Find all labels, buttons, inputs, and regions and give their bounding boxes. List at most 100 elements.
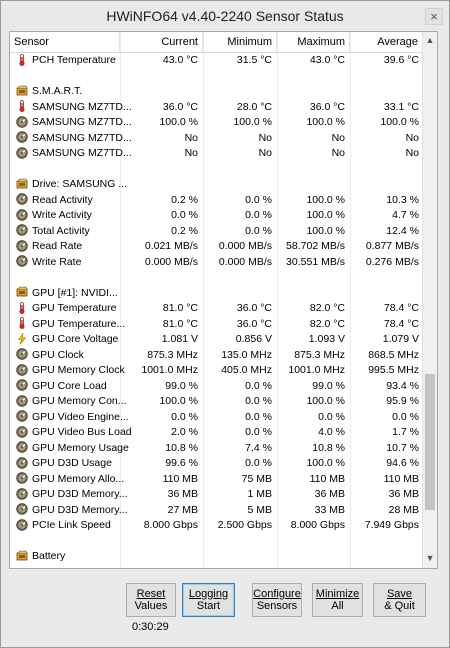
header-sensor[interactable]: Sensor [10,32,120,52]
sensor-name: Write Rate [10,255,120,271]
sensor-table: Sensor Current Minimum Maximum Average P… [9,31,438,569]
sensor-label: GPU Memory Usage [32,441,129,454]
current-value: No [184,131,198,144]
sensor-row[interactable]: GPU Core Load 99.0 % 0.0 % 99.0 % 93.4 % [10,379,422,395]
header-average[interactable]: Average [350,32,422,52]
minimum-value: 0.000 MB/s [218,255,272,268]
sensor-row[interactable]: Write Activity 0.0 % 0.0 % 100.0 % 4.7 % [10,208,422,224]
sensor-row[interactable]: Write Rate 0.000 MB/s 0.000 MB/s 30.551 MB/… [10,255,422,271]
save-label-line2: & Quit [384,600,415,612]
scroll-down-icon[interactable]: ▼ [423,550,437,566]
sensor-row[interactable]: Read Rate 0.021 MB/s 0.000 MB/s 58.702 MB/s… [10,239,422,255]
sensor-row[interactable]: GPU Temperature 81.0 °C 36.0 °C 82.0 °C 78.4… [10,301,422,317]
average-value: 78.4 °C [383,302,419,314]
maximum-value: 100.0 % [306,224,345,237]
current-value: 0.021 MB/s [144,240,198,252]
sensor-label: SAMSUNG MZ7TD... [32,100,132,113]
sensor-label: Read Rate [32,240,83,252]
average-value: 94.6 % [386,457,419,469]
chip-icon [16,286,32,299]
sensor-row[interactable]: GPU Video Bus Load 2.0 % 0.0 % 4.0 % 1.7 % [10,425,422,441]
logging-start-button[interactable]: Logging Start [182,583,235,617]
spacer-row [10,69,422,85]
vertical-scrollbar[interactable]: ▲ ▼ [422,32,437,568]
maximum-value: 99.0 % [312,379,345,392]
minimize-all-button[interactable]: Minimize All [312,583,363,617]
sensor-row[interactable]: GPU Temperature... 81.0 °C 36.0 °C 82.0 °C 7… [10,317,422,333]
header-maximum[interactable]: Maximum [277,32,350,52]
maximum-value: 33 MB [314,503,345,516]
minimum-value: 100.0 % [233,116,272,128]
sensor-row[interactable]: PCH Temperature 43.0 °C 31.5 °C 43.0 °C 39.6… [10,53,422,69]
sensor-row[interactable]: GPU Video Engine... 0.0 % 0.0 % 0.0 % 0.0 % [10,410,422,426]
sensor-row[interactable]: GPU Memory Con... 100.0 % 0.0 % 100.0 % 95.9… [10,394,422,410]
save-label-line1: Save [386,588,413,600]
sensor-name: GPU Core Voltage [10,332,120,348]
average-value: 100.0 % [380,116,419,128]
sensor-label: Write Rate [32,255,82,268]
average-value: 7.949 Gbps [364,519,419,531]
configure-sensors-button[interactable]: Configure Sensors [252,583,302,617]
elapsed-timer: 0:30:29 [132,621,169,633]
gauge-icon [16,441,32,454]
group-row[interactable]: Battery [10,549,422,565]
sensor-row[interactable]: GPU D3D Memory... 27 MB 5 MB 33 MB 28 MB [10,503,422,519]
minimum-value: No [258,131,272,144]
sensor-row[interactable]: Read Activity 0.2 % 0.0 % 100.0 % 10.3 % [10,193,422,209]
gauge-icon [16,239,32,253]
gauge-icon [16,425,32,439]
header-minimum[interactable]: Minimum [203,32,277,52]
sensor-row[interactable]: GPU D3D Memory... 36 MB 1 MB 36 MB 36 MB [10,487,422,503]
spacer-row [10,162,422,178]
save-quit-button[interactable]: Save & Quit [373,583,426,617]
sensor-name: GPU Video Bus Load [10,425,132,441]
group-row[interactable]: S.M.A.R.T. [10,84,422,100]
sensor-row[interactable]: SAMSUNG MZ7TD... No No No No [10,146,422,162]
sensor-row[interactable]: Total Activity 0.2 % 0.0 % 100.0 % 12.4 % [10,224,422,240]
group-name: Battery [10,549,210,565]
sensor-name: PCH Temperature [10,53,120,69]
gauge-icon [16,487,32,501]
sensor-row[interactable]: SAMSUNG MZ7TD... 36.0 °C 28.0 °C 36.0 °C 33.… [10,100,422,116]
group-row[interactable]: Drive: SAMSUNG ... [10,177,422,193]
sensor-label: GPU D3D Memory... [32,503,128,516]
group-label: Battery [32,550,66,562]
sensor-row[interactable]: GPU Memory Allo... 110 MB 75 MB 110 MB 110 M… [10,472,422,488]
average-value: 93.4 % [386,379,419,392]
average-value: 4.7 % [392,209,419,221]
sensor-name: GPU Temperature [10,301,120,317]
sensor-label: SAMSUNG MZ7TD... [32,131,132,144]
close-button[interactable]: × [425,8,443,25]
sensor-status-window: HWiNFO64 v4.40-2240 Sensor Status × Sens… [0,0,450,648]
maximum-value: No [331,131,345,144]
reset-values-button[interactable]: Reset Values [126,583,176,617]
scroll-thumb[interactable] [425,374,435,510]
group-row[interactable]: GPU [#1]: NVIDI... [10,286,422,302]
maximum-value: 36 MB [314,488,345,500]
current-value: 27 MB [167,503,198,516]
current-value: 0.0 % [171,209,198,221]
sensor-row[interactable]: SAMSUNG MZ7TD... No No No No [10,131,422,147]
sensor-label: PCH Temperature [32,54,116,66]
average-value: No [405,147,419,159]
sensor-row[interactable]: GPU Core Voltage 1.081 V 0.856 V 1.093 V 1.0… [10,332,422,348]
sensor-name: PCIe Link Speed [10,518,120,534]
average-value: 868.5 MHz [368,348,419,361]
maximum-value: 58.702 MB/s [286,240,345,252]
header-current[interactable]: Current [120,32,203,52]
scroll-up-icon[interactable]: ▲ [423,32,437,48]
sensor-row[interactable]: GPU Memory Usage 10.8 % 7.4 % 10.8 % 10.7 % [10,441,422,457]
sensor-row[interactable]: GPU Clock 875.3 MHz 135.0 MHz 875.3 MHz 868.… [10,348,422,364]
sensor-row[interactable]: PCIe Link Speed 8.000 Gbps 2.500 Gbps 8.000… [10,518,422,534]
gauge-icon [16,456,32,470]
sensor-row[interactable]: GPU D3D Usage 99.6 % 0.0 % 100.0 % 94.6 % [10,456,422,472]
sensor-name: GPU D3D Memory... [10,503,127,519]
sensor-row[interactable]: GPU Memory Clock 1001.0 MHz 405.0 MHz 1001.… [10,363,422,379]
sensor-label: GPU Memory Allo... [32,472,125,485]
sensor-row[interactable]: SAMSUNG MZ7TD... 100.0 % 100.0 % 100.0 % 100… [10,115,422,131]
sensor-name: Read Activity [10,193,120,209]
bolt-icon [16,332,32,346]
spacer-row [10,270,422,286]
sensor-name: Total Activity [10,224,120,240]
average-value: 110 MB [383,472,419,485]
